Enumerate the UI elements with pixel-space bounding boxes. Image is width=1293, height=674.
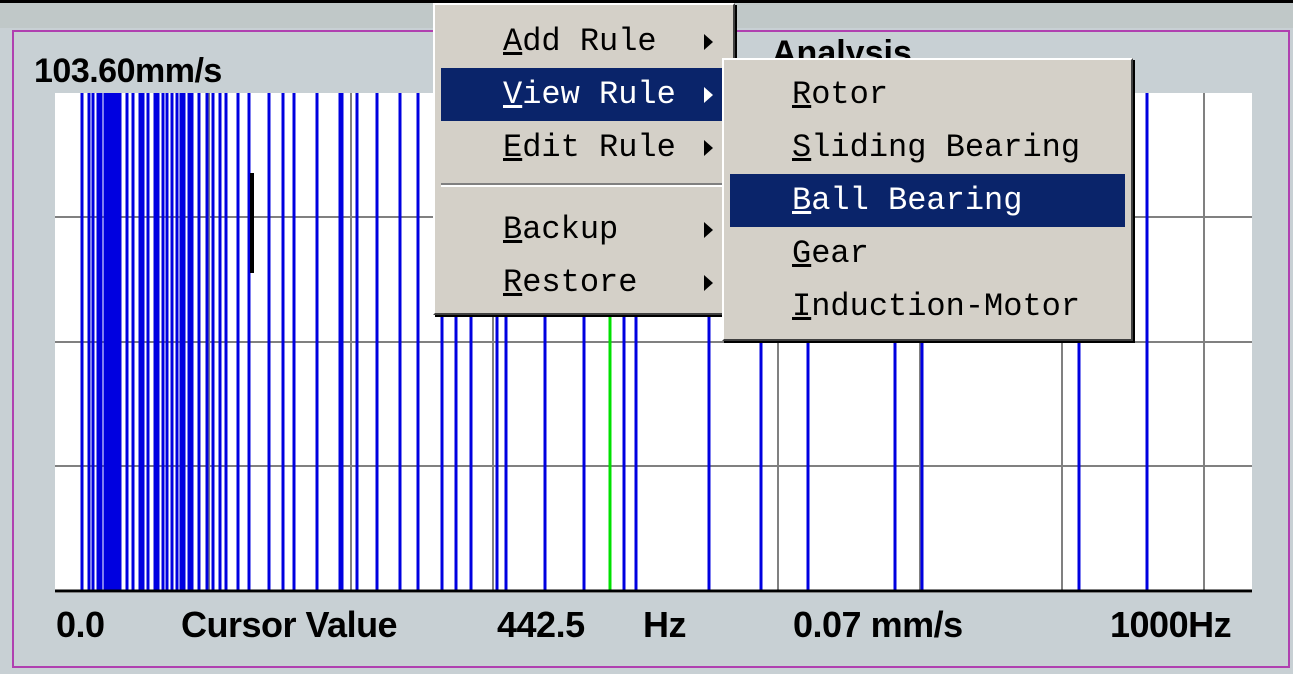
submenu-item-rotor[interactable]: Rotor [730,68,1125,121]
submenu-arrow-icon [704,34,713,50]
menu-item-edit-rule[interactable]: Edit Rule [441,121,727,174]
menu-item-add-rule[interactable]: Add Rule [441,15,727,68]
submenu-arrow-icon [704,140,713,156]
view-rule-submenu: Rotor Sliding Bearing Ball Bearing Gear … [722,58,1133,341]
cursor-amplitude-value: 0.07 mm/s [793,604,963,645]
menu-separator [441,183,727,187]
submenu-arrow-icon [704,87,713,103]
cursor-frequency-value: 442.5 [497,604,585,645]
submenu-item-gear[interactable]: Gear [730,227,1125,280]
submenu-arrow-icon [704,222,713,238]
cursor-value-label: Cursor Value [181,604,398,645]
submenu-item-ball-bearing[interactable]: Ball Bearing [730,174,1125,227]
submenu-item-sliding-bearing[interactable]: Sliding Bearing [730,121,1125,174]
submenu-arrow-icon [704,275,713,291]
menu-item-restore[interactable]: Restore [441,256,727,309]
x-end-label: 1000Hz [1110,604,1232,645]
submenu-item-induction-motor[interactable]: Induction-Motor [730,280,1125,333]
amplitude-max-label: 103.60mm/s [34,52,222,90]
menu-item-backup[interactable]: Backup [441,203,727,256]
cursor-frequency-unit: Hz [643,604,687,645]
x-start-label: 0.0 [56,604,105,645]
menu-item-view-rule[interactable]: View Rule [441,68,727,121]
context-menu: Add Rule View Rule Edit Rule Backup Rest… [433,3,735,315]
